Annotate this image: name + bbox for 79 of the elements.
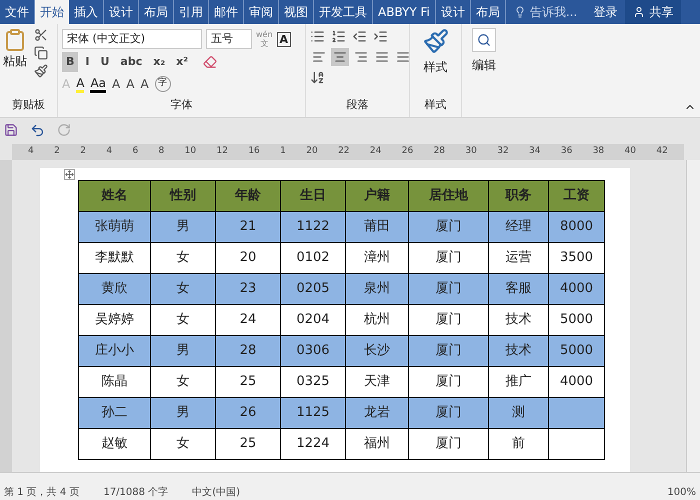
enclose-character-button[interactable]: 字 (154, 76, 171, 92)
ruler-number: 36 (560, 145, 572, 158)
ruler-number: 1 (280, 145, 286, 158)
group-label: 段落 (346, 96, 370, 112)
increase-indent-icon[interactable] (373, 29, 388, 44)
sign-in-button[interactable]: 登录 (585, 0, 626, 24)
styles-button[interactable]: 样式 (422, 28, 448, 76)
table-cell: 福州 (346, 428, 408, 460)
font-size-field[interactable]: 五号 (206, 29, 252, 49)
sort-icon[interactable] (310, 70, 325, 85)
table-cell: 1224 (280, 428, 346, 460)
cut-icon[interactable] (34, 28, 48, 42)
table-cell: 女 (150, 428, 216, 460)
ruler-number: 24 (370, 145, 382, 158)
page-count: 第 1 页，共 4 页 (4, 487, 80, 499)
ruler-number: 30 (465, 145, 477, 158)
table-move-icon[interactable] (64, 169, 75, 180)
language: 中文(中国) (192, 487, 240, 499)
tell-me-field[interactable]: 告诉我... (506, 0, 586, 24)
group-label: 剪贴板 (11, 96, 46, 112)
font-effect-button[interactable]: A (112, 75, 120, 93)
save-icon[interactable] (4, 123, 18, 137)
ruler-number: 38 (592, 145, 604, 158)
ruler-number: 6 (132, 145, 138, 158)
font-style-button[interactable]: B (62, 52, 78, 72)
lightbulb-icon (514, 6, 526, 18)
decrease-indent-icon[interactable] (352, 29, 367, 44)
ruler-number: 42 (656, 145, 668, 158)
font-effect-button[interactable]: A (126, 75, 134, 93)
copy-icon[interactable] (34, 46, 48, 60)
character-border-button[interactable]: A (276, 32, 292, 46)
clear-formatting-icon[interactable] (203, 55, 218, 69)
ruler-number: 40 (624, 145, 636, 158)
ruler-number: 2 (54, 145, 60, 158)
column-header: 姓名 (78, 180, 150, 212)
ruler-number: 20 (306, 145, 318, 158)
table-cell: 赵敏 (78, 428, 150, 460)
font-style-button[interactable]: abc (116, 52, 146, 72)
font-effect-button[interactable]: A (76, 76, 84, 92)
table-cell: 厦门 (408, 428, 488, 460)
ruler-number: 16 (248, 145, 260, 158)
ruler-number: 28 (434, 145, 446, 158)
numbering-icon[interactable] (331, 29, 346, 44)
horizontal-scrollbar[interactable] (0, 472, 700, 486)
group-label: 字体 (170, 96, 194, 112)
font-name-field[interactable]: 宋体 (中文正文) (62, 29, 202, 49)
group-label: 样式 (424, 96, 446, 112)
zoom-level: 100% (667, 487, 696, 499)
search-icon (477, 33, 491, 47)
ruler-number: 12 (216, 145, 228, 158)
ruler-number: 4 (106, 145, 112, 158)
font-effect-button[interactable]: Aa (90, 76, 106, 92)
ruler-number: 34 (529, 145, 540, 158)
vertical-scrollbar[interactable] (686, 160, 700, 472)
font-style-button[interactable]: x₂ (149, 52, 170, 72)
paintbrush-icon (422, 28, 448, 54)
ruler-number: 4 (28, 145, 34, 158)
font-effect-button[interactable]: A (140, 75, 149, 93)
font-style-button[interactable]: U (96, 52, 114, 72)
font-style-button[interactable]: x² (172, 52, 192, 72)
ruler-number: 22 (338, 145, 350, 158)
person-icon (633, 6, 646, 18)
ruler-number: 10 (184, 145, 196, 158)
ruler-number: 26 (402, 145, 414, 158)
ribbon-tab[interactable]: 开始 (35, 0, 69, 24)
ruler-number: 8 (158, 145, 164, 158)
table-cell: 前 (488, 428, 548, 460)
clipboard-icon (3, 28, 27, 52)
word-count: 17/1088 个字 (103, 487, 168, 499)
paste-button[interactable]: 粘贴 (0, 28, 30, 70)
align-button[interactable] (331, 48, 349, 66)
table-cell: 25 (216, 428, 280, 460)
share-button[interactable]: 共享 (625, 0, 682, 24)
ruler-number: 2 (80, 145, 86, 158)
ruler-number: 32 (497, 145, 509, 158)
format-painter-icon[interactable] (34, 64, 48, 78)
undo-icon[interactable] (30, 122, 45, 138)
bullets-icon[interactable] (310, 29, 325, 44)
font-style-button[interactable]: I (81, 52, 94, 72)
